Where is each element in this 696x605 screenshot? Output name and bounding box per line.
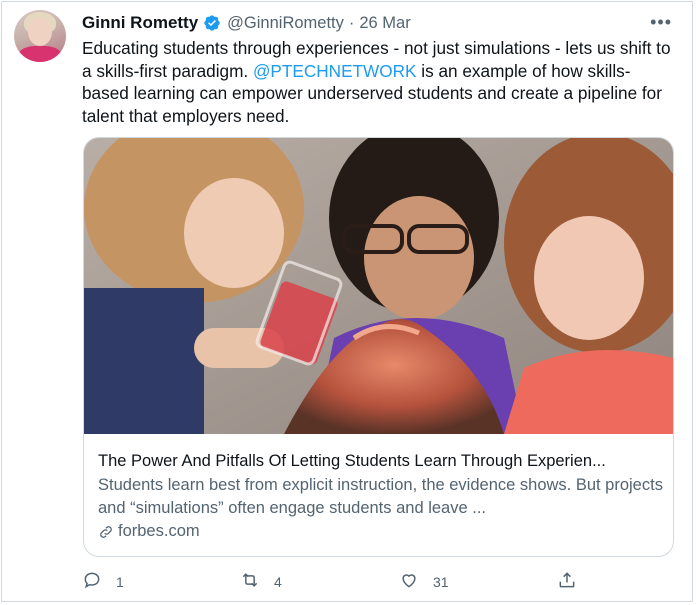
tweet-container: Ginni Rometty @GinniRometty · 26 Mar •••… [1, 1, 693, 602]
verified-badge-icon [203, 14, 221, 32]
share-button[interactable] [557, 570, 577, 593]
card-description: Students learn best from explicit instru… [98, 476, 663, 517]
separator-dot: · [348, 13, 355, 32]
author-handle[interactable]: @GinniRometty [227, 14, 344, 33]
card-meta: The Power And Pitfalls Of Letting Studen… [98, 450, 663, 541]
more-icon[interactable]: ••• [650, 12, 672, 33]
author-name[interactable]: Ginni Rometty [82, 13, 198, 33]
retweet-button[interactable]: 4 [240, 570, 282, 593]
tweet-header: Ginni Rometty @GinniRometty · 26 Mar [82, 12, 411, 34]
avatar[interactable] [14, 10, 66, 62]
mention-link[interactable]: @PTECHNETWORK [253, 61, 417, 81]
link-icon [98, 524, 114, 540]
card-domain: forbes.com [98, 522, 663, 541]
share-icon [557, 570, 577, 593]
card-domain-text: forbes.com [118, 522, 200, 540]
tweet-date[interactable]: 26 Mar [359, 14, 410, 33]
tweet-actions: 1 4 31 [82, 570, 582, 594]
retweet-count: 4 [274, 573, 282, 590]
like-button[interactable]: 31 [399, 570, 449, 593]
reply-icon [82, 570, 102, 593]
retweet-icon [240, 570, 260, 593]
card-image [84, 138, 673, 434]
heart-icon [399, 570, 419, 593]
reply-count: 1 [116, 573, 124, 590]
link-card[interactable]: The Power And Pitfalls Of Letting Studen… [83, 137, 674, 557]
like-count: 31 [433, 573, 449, 590]
tweet-text: Educating students through experiences -… [82, 37, 672, 127]
reply-button[interactable]: 1 [82, 570, 124, 593]
card-title[interactable]: The Power And Pitfalls Of Letting Studen… [98, 450, 663, 472]
